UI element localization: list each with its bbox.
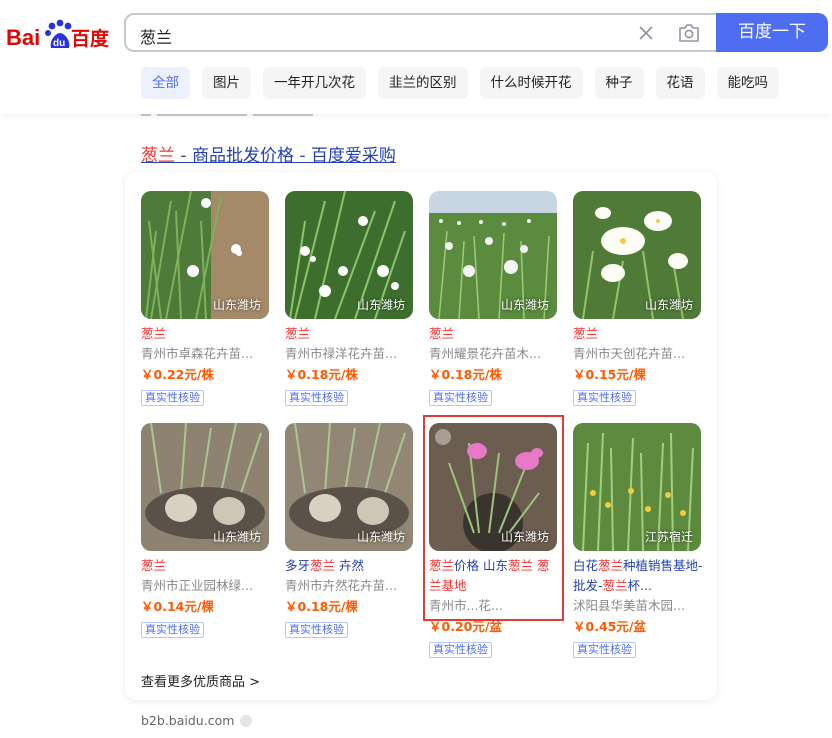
product-item[interactable]: 江苏宿迁 白花葱兰种植销售基地-批发-葱兰杯... 沭阳县华美苗木园... ￥0…: [573, 423, 705, 658]
product-image[interactable]: 山东潍坊: [573, 191, 701, 319]
search-header: Bai du 百度 葱兰 百度一下 全部 图片 一年开几次花 韭兰的区别 什么时候开花种…: [0, 0, 832, 114]
tab-related-1[interactable]: 一年开几次花: [263, 67, 366, 99]
product-name-part: 多牙: [285, 558, 311, 573]
product-name[interactable]: 葱兰: [285, 324, 417, 344]
product-name[interactable]: 葱兰: [573, 324, 705, 344]
product-name[interactable]: 葱兰: [141, 324, 273, 344]
product-name-keyword: 葱兰: [508, 558, 534, 573]
product-shop[interactable]: 青州市正业园林绿...: [141, 576, 273, 596]
product-name[interactable]: 白花葱兰种植销售基地-批发-葱兰杯...: [573, 556, 705, 596]
product-location: 山东潍坊: [212, 530, 261, 544]
source-url-text: b2b.baidu.com: [141, 713, 235, 728]
tab-related-2[interactable]: 韭兰的区别: [378, 67, 468, 99]
tab-related-5[interactable]: 花语: [655, 67, 705, 99]
product-item[interactable]: 山东潍坊 葱兰价格 山东葱兰 葱兰基地 青州市...花... ￥0.20元/盆 …: [429, 423, 561, 658]
baidu-logo[interactable]: Bai du 百度: [6, 14, 112, 54]
verify-badge[interactable]: 真实性核验: [573, 390, 636, 406]
product-name-part: 价格 山东: [454, 558, 508, 573]
product-name[interactable]: 葱兰: [141, 556, 273, 576]
product-location: 山东潍坊: [500, 530, 549, 544]
product-price: ￥0.22元/株: [141, 367, 214, 382]
product-price: ￥0.15元/棵: [573, 367, 646, 382]
product-name[interactable]: 多牙葱兰 卉然: [285, 556, 417, 576]
product-name-keyword: 葱: [537, 558, 550, 573]
product-item[interactable]: 山东潍坊 葱兰 青州市卓森花卉苗... ￥0.22元/株 真实性核验: [141, 191, 273, 406]
tab-related-6[interactable]: 能吃吗: [716, 67, 779, 99]
verify-badge[interactable]: 真实性核验: [429, 642, 492, 658]
tab-related-3[interactable]: 什么时候开花: [479, 67, 583, 99]
product-shop[interactable]: 青州市禄洋花卉苗...: [285, 344, 417, 364]
product-location: 山东潍坊: [644, 298, 693, 312]
product-name-keyword: 葱兰: [310, 558, 336, 573]
product-location: 山东潍坊: [356, 298, 405, 312]
product-name-part: 白花: [573, 558, 599, 573]
result-title-link[interactable]: 葱兰 - 商品批发价格 - 百度爱采购: [141, 141, 396, 166]
product-item[interactable]: 山东潍坊 多牙葱兰 卉然 青州市卉然花卉苗... ￥0.18元/棵 真实性核验: [285, 423, 417, 638]
product-item[interactable]: 山东潍坊 葱兰 青州市天创花卉苗... ￥0.15元/棵 真实性核验: [573, 191, 705, 406]
verify-badge[interactable]: 真实性核验: [573, 642, 636, 658]
product-name-keyword: 葱兰: [602, 578, 628, 593]
clear-icon[interactable]: [636, 23, 656, 43]
product-shop[interactable]: 沭阳县华美苗木园...: [573, 596, 705, 616]
search-button[interactable]: 百度一下: [716, 13, 828, 52]
search-query[interactable]: 葱兰: [140, 24, 172, 48]
verify-badge[interactable]: 真实性核验: [141, 622, 204, 638]
product-price: ￥0.14元/棵: [141, 599, 214, 614]
product-shop[interactable]: 青州市卓森花卉苗...: [141, 344, 273, 364]
tab-images[interactable]: 图片: [202, 67, 251, 99]
product-location: 江苏宿迁: [644, 530, 693, 544]
result-title-text: - 商品批发价格 - 百度爱采购: [175, 146, 396, 166]
logo-baidu-cn: 百度: [71, 27, 110, 50]
product-price: ￥0.18元/棵: [285, 599, 358, 614]
tab-related-4[interactable]: 种子: [594, 67, 644, 99]
product-location: 山东潍坊: [212, 298, 261, 312]
product-item[interactable]: 山东潍坊 葱兰 青州市正业园林绿... ￥0.14元/棵 真实性核验: [141, 423, 273, 638]
product-name[interactable]: 葱兰价格 山东葱兰 葱兰基地: [429, 556, 561, 596]
product-name-keyword: 葱兰: [429, 558, 455, 573]
related-tabs: 全部 图片 一年开几次花 韭兰的区别 什么时候开花 种子 花语 能吃吗: [141, 67, 791, 99]
product-image[interactable]: 山东潍坊: [285, 191, 413, 319]
product-location: 山东潍坊: [356, 530, 405, 544]
verify-badge[interactable]: 真实性核验: [285, 622, 348, 638]
product-price: ￥0.45元/盆: [573, 619, 646, 634]
clipped-previous-result: [141, 114, 441, 120]
product-item[interactable]: 山东潍坊 葱兰 青州耀景花卉苗木... ￥0.18元/株 真实性核验: [429, 191, 561, 406]
product-image[interactable]: 山东潍坊: [141, 423, 269, 551]
product-price: ￥0.20元/盆: [429, 619, 502, 634]
product-shop[interactable]: 青州市...花...: [429, 596, 561, 616]
product-location: 山东潍坊: [500, 298, 549, 312]
product-name-keyword: 兰基地: [429, 578, 467, 593]
search-input[interactable]: 葱兰: [124, 13, 718, 52]
source-url[interactable]: b2b.baidu.com: [141, 713, 253, 728]
product-item[interactable]: 山东潍坊 葱兰 青州市禄洋花卉苗... ￥0.18元/株 真实性核验: [285, 191, 417, 406]
product-shop[interactable]: 青州市天创花卉苗...: [573, 344, 705, 364]
logo-bai: Bai: [6, 25, 40, 50]
tab-all[interactable]: 全部: [141, 67, 190, 99]
product-image[interactable]: 山东潍坊: [429, 191, 557, 319]
verify-badge[interactable]: 真实性核验: [141, 390, 204, 406]
product-image[interactable]: 山东潍坊: [285, 423, 413, 551]
result-title-keyword: 葱兰: [141, 146, 175, 166]
product-name-keyword: 葱兰: [598, 558, 624, 573]
product-price: ￥0.18元/株: [429, 367, 502, 382]
product-image[interactable]: 江苏宿迁: [573, 423, 701, 551]
camera-icon[interactable]: [677, 22, 701, 44]
product-image[interactable]: 山东潍坊: [429, 423, 557, 551]
product-shop[interactable]: 青州耀景花卉苗木...: [429, 344, 561, 364]
product-name[interactable]: 葱兰: [429, 324, 561, 344]
product-image[interactable]: 山东潍坊: [141, 191, 269, 319]
source-info-icon[interactable]: [240, 715, 253, 727]
verify-badge[interactable]: 真实性核验: [429, 390, 492, 406]
product-shop[interactable]: 青州市卉然花卉苗...: [285, 576, 417, 596]
verify-badge[interactable]: 真实性核验: [285, 390, 348, 406]
logo-du: du: [53, 38, 65, 49]
more-products-link[interactable]: 查看更多优质商品 >: [141, 671, 260, 690]
product-price: ￥0.18元/株: [285, 367, 358, 382]
product-name-part: 卉然: [335, 558, 365, 573]
product-name-part: 杯...: [627, 578, 652, 593]
